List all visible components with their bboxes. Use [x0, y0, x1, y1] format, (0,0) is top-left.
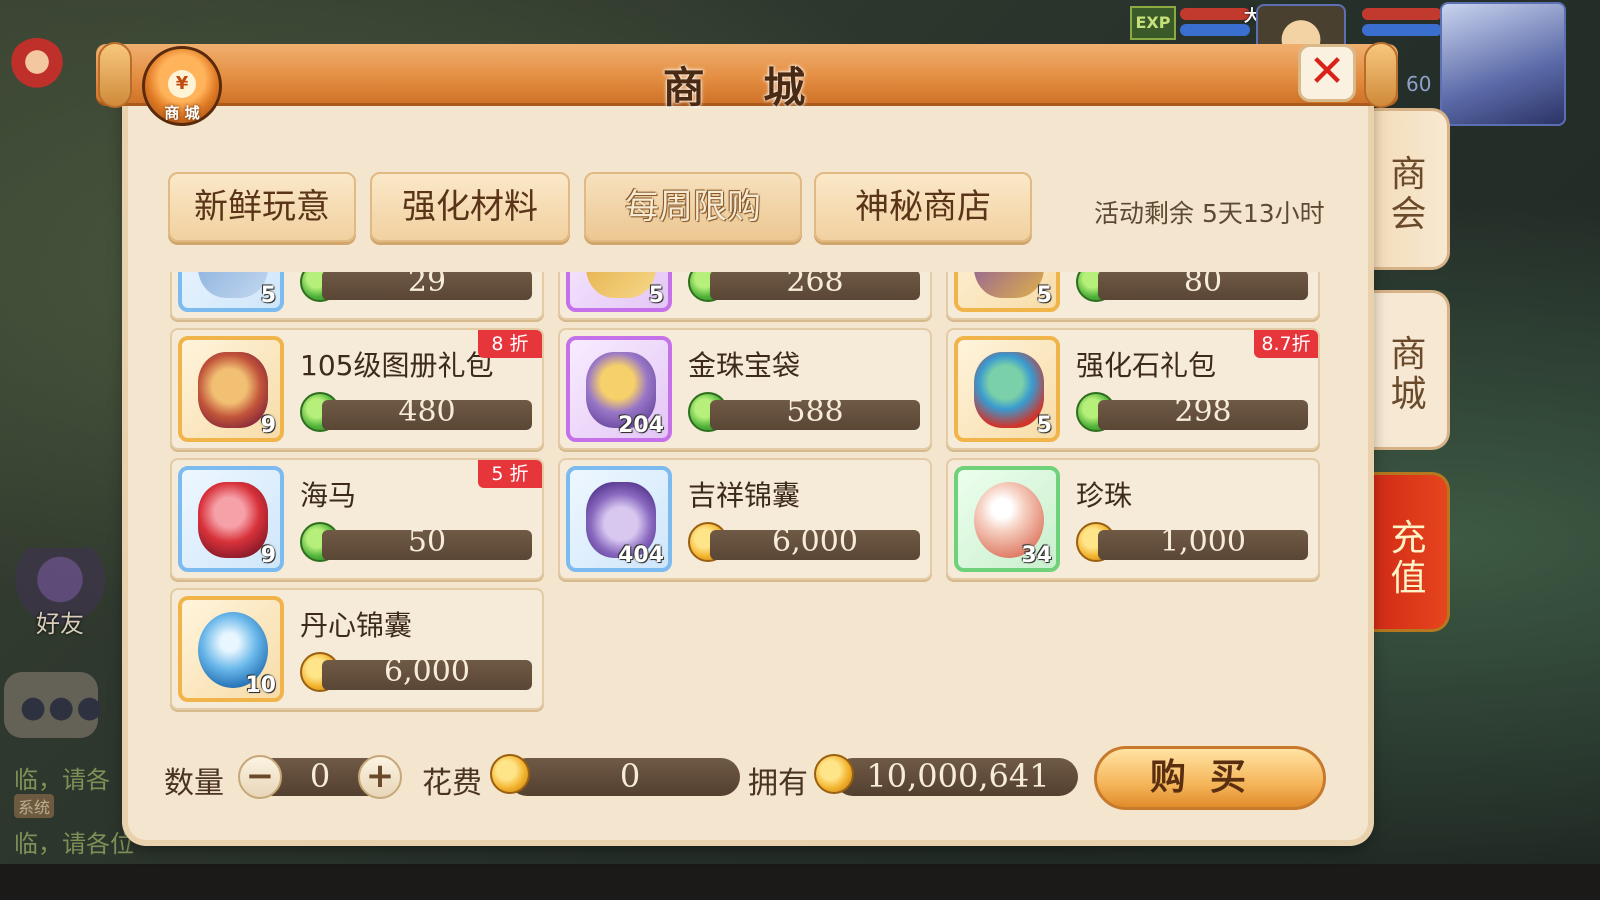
item-name: 珍珠 [1076, 479, 1133, 512]
item-qty: 9 [260, 543, 276, 568]
hp-bar [1180, 8, 1250, 20]
item-qty: 204 [618, 413, 664, 438]
item-name: 105级图册礼包 [300, 349, 494, 382]
friend-label: 好友 [36, 610, 84, 638]
owned-value: 10,000,641 [866, 757, 1050, 795]
player-level: 60 [1406, 72, 1432, 96]
side-tab-shop[interactable]: 商城 [1370, 290, 1450, 450]
item-card[interactable]: 5 强化石礼包 8.7折 298 [946, 328, 1320, 450]
item-icon-frame: 10 [178, 596, 284, 702]
item-price: 480 [398, 394, 456, 429]
item-grid[interactable]: 5 29 5 268 5 80 9 105级图册礼包 8 折 480 204 金… [166, 272, 1326, 718]
item-qty: 10 [245, 673, 276, 698]
event-time-remaining: 活动剩余 5天13小时 [1094, 199, 1325, 228]
item-price: 588 [786, 394, 844, 429]
chat-line: 临，请各位 [14, 830, 134, 858]
fortune-god-icon[interactable] [8, 38, 66, 98]
item-card[interactable]: 9 105级图册礼包 8 折 480 [170, 328, 544, 450]
side-tab-guild[interactable]: 商会 [1370, 108, 1450, 270]
mp-bar [1180, 24, 1250, 36]
item-qty: 9 [260, 413, 276, 438]
close-button[interactable]: ✕ [1298, 44, 1356, 102]
item-qty: 404 [618, 543, 664, 568]
item-price: 298 [1174, 394, 1232, 429]
item-qty: 5 [1036, 283, 1052, 308]
exp-badge: EXP [1130, 6, 1176, 40]
shop-badge-label: 商 城 [164, 104, 200, 122]
yen-icon: ¥ [168, 70, 196, 98]
item-price: 1,000 [1160, 524, 1246, 559]
cost-value: 0 [619, 757, 641, 795]
tab-enhance-materials[interactable]: 强化材料 [370, 172, 570, 242]
quantity-label: 数量 [164, 766, 224, 801]
minus-button[interactable]: − [238, 755, 282, 799]
item-qty: 34 [1021, 543, 1052, 568]
gold-coin-icon [490, 754, 530, 794]
item-card[interactable]: 5 29 [170, 272, 544, 320]
chat-line: 临，请各 [14, 766, 110, 794]
gold-coin-icon [814, 754, 854, 794]
tab-weekly-limited[interactable]: 每周限购 [584, 172, 802, 242]
bottom-bar [0, 864, 1600, 900]
discount-badge: 8 折 [478, 330, 542, 358]
item-name: 金珠宝袋 [688, 349, 801, 382]
chest-icon [974, 272, 1044, 298]
quantity-value: 0 [309, 757, 331, 795]
item-card[interactable]: 9 海马 5 折 50 [170, 458, 544, 580]
tab-mystery-shop[interactable]: 神秘商店 [814, 172, 1032, 242]
item-name: 强化石礼包 [1076, 349, 1217, 382]
scroll-icon [198, 272, 268, 298]
chat-tag: 系统 [14, 794, 55, 818]
scroll-icon [586, 272, 656, 298]
owned-label: 拥有 [748, 766, 808, 801]
item-card[interactable]: 10 丹心锦囊 6,000 [170, 588, 544, 710]
discount-badge: 8.7折 [1254, 330, 1318, 358]
item-name: 丹心锦囊 [300, 609, 413, 642]
item-icon-frame: 404 [566, 466, 672, 572]
item-icon-frame: 204 [566, 336, 672, 442]
item-icon-frame: 9 [178, 466, 284, 572]
plus-button[interactable]: + [358, 755, 402, 799]
tab-novelties[interactable]: 新鲜玩意 [168, 172, 356, 242]
stone-bag-icon [974, 352, 1044, 428]
item-icon-frame: 5 [954, 336, 1060, 442]
item-price: 29 [407, 272, 447, 299]
item-icon-frame: 5 [954, 272, 1060, 312]
side-tab-label: 充值 [1390, 518, 1427, 599]
discount-badge: 5 折 [478, 460, 542, 488]
buy-button[interactable]: 购买 [1094, 746, 1326, 810]
item-card[interactable]: 5 80 [946, 272, 1320, 320]
item-card[interactable]: 5 268 [558, 272, 932, 320]
header-cap [1364, 42, 1398, 108]
hp-bar [1362, 8, 1442, 20]
side-tab-recharge[interactable]: 充值 [1370, 472, 1450, 632]
item-name: 吉祥锦囊 [688, 479, 801, 512]
item-icon-frame: 5 [566, 272, 672, 312]
item-price: 6,000 [384, 654, 470, 689]
item-qty: 5 [648, 283, 664, 308]
chat-dots-icon: ●●● [20, 690, 105, 725]
item-qty: 5 [260, 283, 276, 308]
header-cap [98, 42, 132, 108]
item-card[interactable]: 204 金珠宝袋 588 [558, 328, 932, 450]
item-card[interactable]: 404 吉祥锦囊 6,000 [558, 458, 932, 580]
item-price: 268 [786, 272, 844, 299]
cost-label: 花费 [422, 766, 482, 801]
item-icon-frame: 9 [178, 336, 284, 442]
item-price: 50 [407, 524, 447, 559]
mp-bar [1362, 24, 1442, 36]
item-price: 6,000 [772, 524, 858, 559]
item-qty: 5 [1036, 413, 1052, 438]
side-tab-label: 商城 [1390, 334, 1427, 415]
gift-bag-icon [198, 352, 268, 428]
item-card[interactable]: 34 珍珠 1,000 [946, 458, 1320, 580]
player-portrait[interactable] [1440, 2, 1566, 126]
item-icon-frame: 5 [178, 272, 284, 312]
item-name: 海马 [300, 479, 357, 512]
side-tab-label: 商会 [1390, 154, 1427, 235]
item-price: 80 [1183, 272, 1223, 299]
item-icon-frame: 34 [954, 466, 1060, 572]
window-title: 商 城 [662, 63, 828, 112]
seahorse-icon [198, 482, 268, 558]
